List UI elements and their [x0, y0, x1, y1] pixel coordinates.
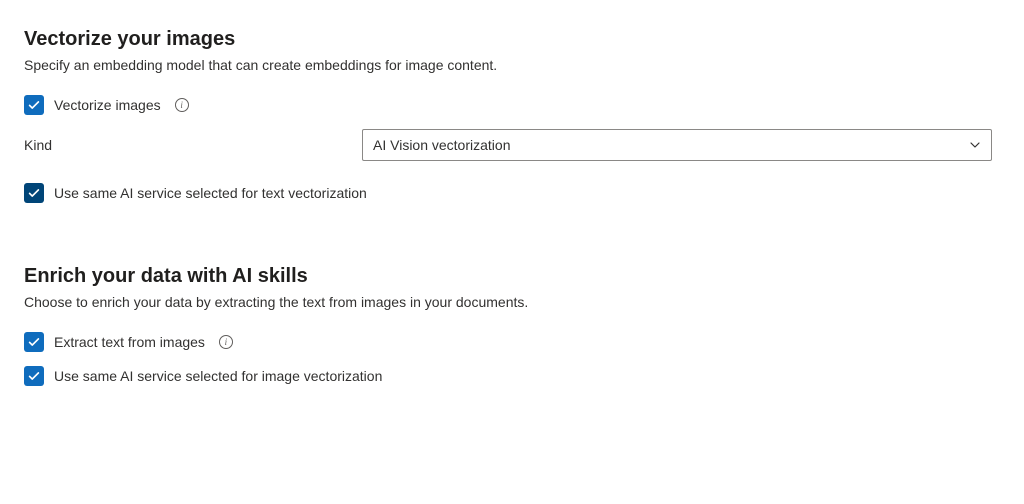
- enrich-title: Enrich your data with AI skills: [24, 265, 1000, 288]
- vectorize-desc: Specify an embedding model that can crea…: [24, 57, 1000, 73]
- kind-field-row: Kind AI Vision vectorization: [24, 129, 1000, 161]
- info-icon[interactable]: i: [175, 98, 189, 112]
- extract-text-label: Extract text from images: [54, 334, 205, 350]
- use-same-image-service-label: Use same AI service selected for image v…: [54, 368, 382, 384]
- chevron-down-icon: [969, 139, 981, 151]
- extract-text-checkbox[interactable]: [24, 332, 44, 352]
- enrich-desc: Choose to enrich your data by extracting…: [24, 294, 1000, 310]
- check-icon: [27, 98, 41, 112]
- enrich-data-section: Enrich your data with AI skills Choose t…: [24, 265, 1000, 386]
- use-same-text-service-checkbox-row: Use same AI service selected for text ve…: [24, 183, 1000, 203]
- use-same-image-service-checkbox[interactable]: [24, 366, 44, 386]
- info-icon[interactable]: i: [219, 335, 233, 349]
- check-icon: [27, 186, 41, 200]
- use-same-text-service-checkbox[interactable]: [24, 183, 44, 203]
- kind-label: Kind: [24, 137, 362, 153]
- vectorize-images-label: Vectorize images: [54, 97, 161, 113]
- vectorize-images-checkbox-row: Vectorize images i: [24, 95, 1000, 115]
- kind-select-value: AI Vision vectorization: [373, 137, 510, 153]
- use-same-text-service-label: Use same AI service selected for text ve…: [54, 185, 367, 201]
- use-same-image-service-checkbox-row: Use same AI service selected for image v…: [24, 366, 1000, 386]
- vectorize-images-checkbox[interactable]: [24, 95, 44, 115]
- check-icon: [27, 369, 41, 383]
- extract-text-checkbox-row: Extract text from images i: [24, 332, 1000, 352]
- kind-select[interactable]: AI Vision vectorization: [362, 129, 992, 161]
- vectorize-title: Vectorize your images: [24, 28, 1000, 51]
- check-icon: [27, 335, 41, 349]
- vectorize-images-section: Vectorize your images Specify an embeddi…: [24, 28, 1000, 203]
